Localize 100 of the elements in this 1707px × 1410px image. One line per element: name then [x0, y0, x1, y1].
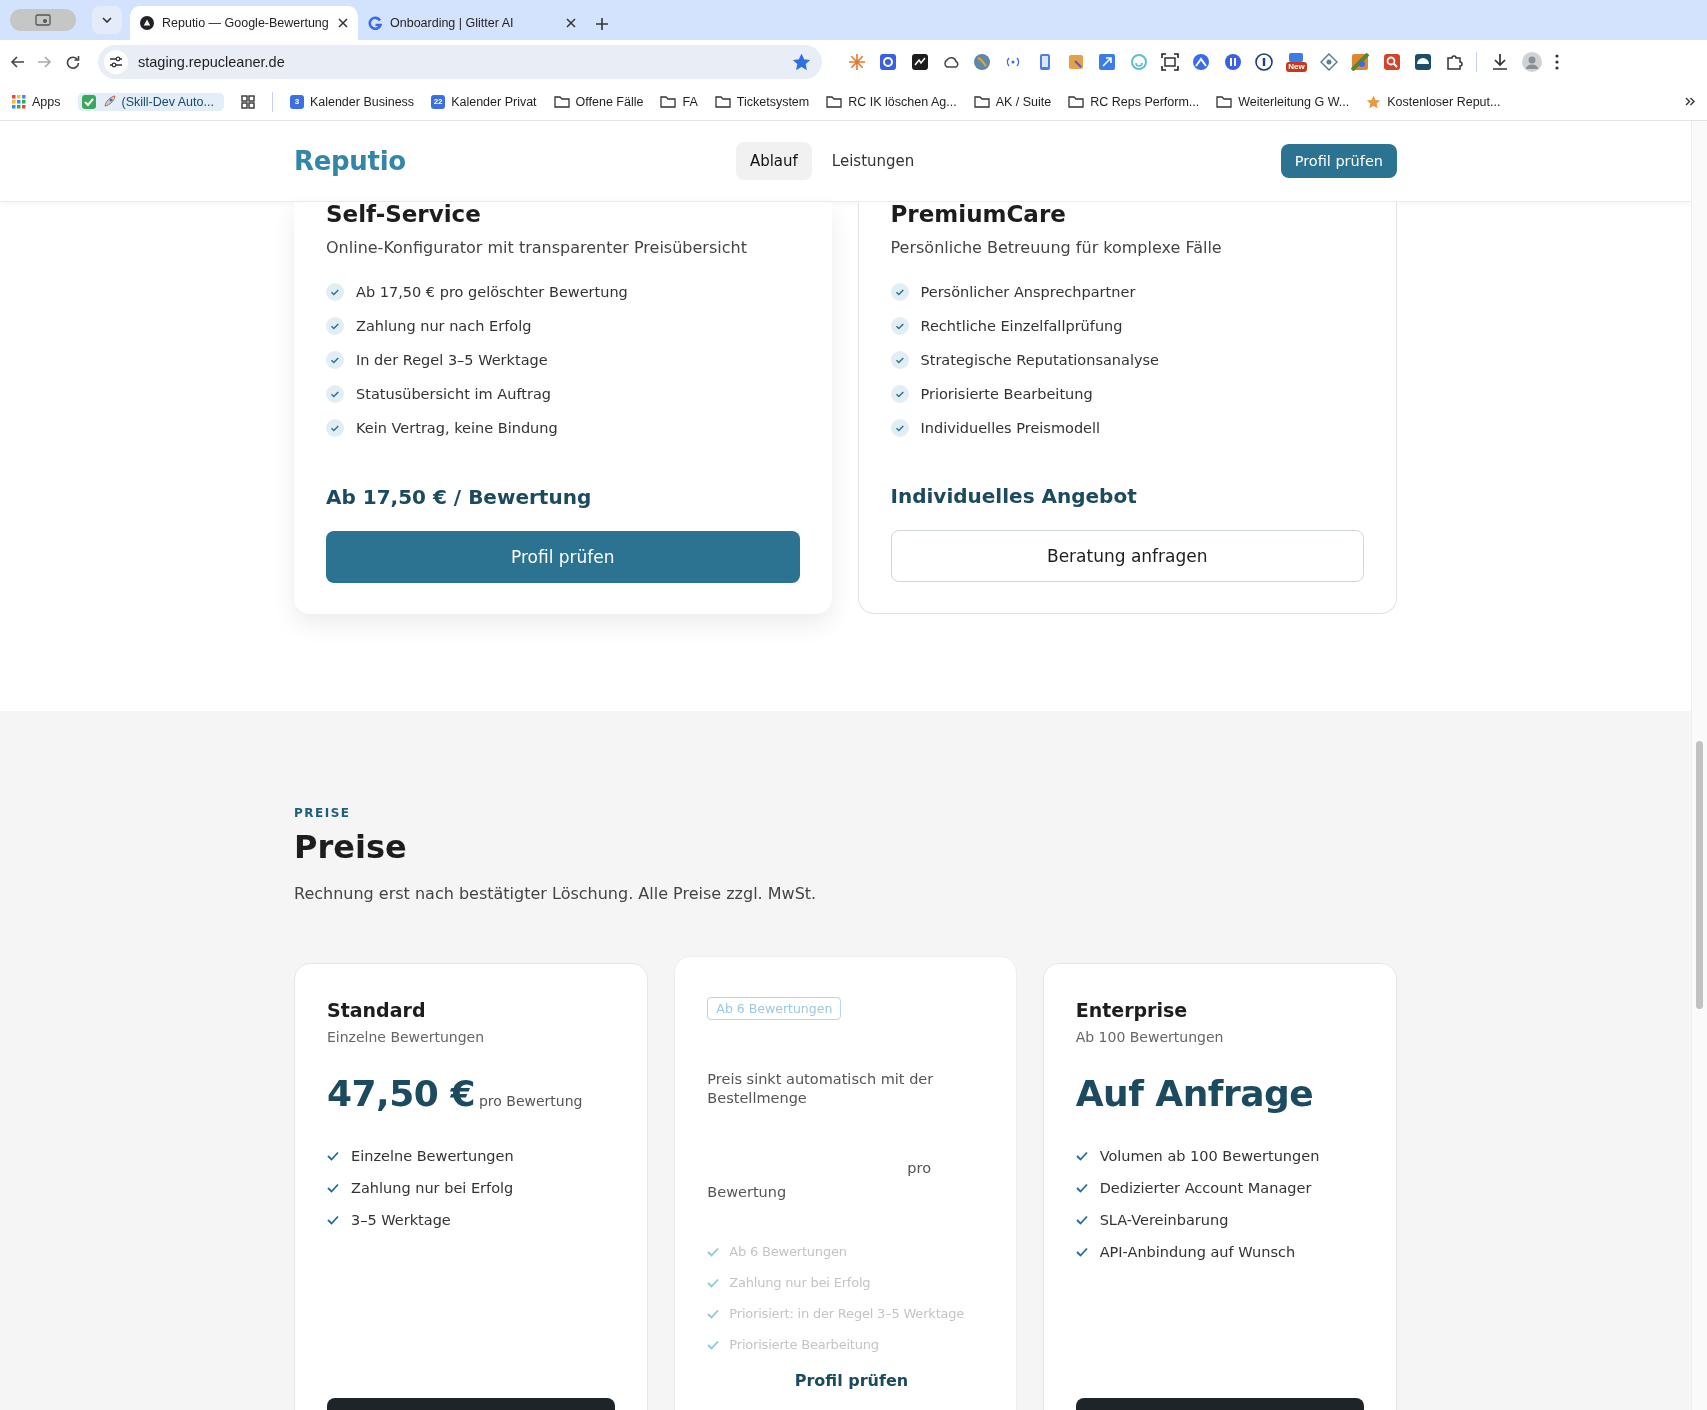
sliders-icon [109, 55, 123, 68]
tier-badge: Ab 6 Bewertungen [707, 997, 842, 1020]
plan-name: Standard [327, 999, 427, 1021]
capture-frame-icon[interactable] [1160, 52, 1179, 71]
tab-search-button[interactable] [92, 6, 122, 34]
sunburst-icon[interactable] [848, 52, 866, 71]
check-icon [707, 1308, 720, 1319]
plan-price: 47,50 € [327, 1073, 475, 1114]
star-icon [1366, 94, 1382, 109]
puzzle-icon[interactable] [1445, 52, 1464, 71]
feature-text: 3–5 Werktage [351, 1212, 451, 1228]
check-icon [326, 351, 344, 369]
card-subtitle: Persönliche Betreuung für komplexe Fälle [890, 238, 1223, 257]
profile-switcher[interactable] [10, 9, 76, 31]
plan-price: Auf Anfrage [1075, 1073, 1314, 1114]
feature-text: Dedizierter Account Manager [1099, 1180, 1312, 1196]
tab-title: Reputio — Google-Bewertung [162, 16, 330, 30]
price-unit: pro Bewertung [707, 1159, 933, 1202]
feature-text: Individuelles Preismodell [920, 420, 1101, 436]
feature-text: Ab 17,50 € pro gelöschter Bewertung [356, 284, 628, 300]
back-button[interactable] [10, 54, 24, 69]
download-icon[interactable] [1490, 52, 1509, 71]
check-icon [890, 385, 909, 403]
bookmark[interactable]: 22 Kalender Privat [431, 94, 537, 109]
scrollbar-thumb[interactable] [1696, 741, 1703, 1009]
url-text: staging.repucleaner.de [138, 53, 286, 70]
site-settings-button[interactable] [104, 49, 128, 74]
chevron-down-icon [102, 17, 112, 23]
feature-text: Volumen ab 100 Bewertungen [1099, 1148, 1320, 1164]
forward-arrow-icon [38, 54, 52, 69]
site-logo[interactable]: Reputio [294, 146, 406, 176]
address-bar[interactable]: staging.repucleaner.de [98, 44, 822, 79]
check-icon [1075, 1151, 1088, 1161]
card-title: PremiumCare [890, 202, 1067, 226]
diamond-icon[interactable] [1319, 52, 1338, 71]
folder-icon [660, 95, 677, 108]
tab-groups-button[interactable] [240, 94, 255, 109]
feature-text: Zahlung nur bei Erfolg [351, 1180, 514, 1196]
bookmark[interactable]: Ticketsystem [714, 94, 810, 109]
bookmark[interactable]: Offene Fälle [553, 94, 644, 109]
password-icon[interactable] [1254, 52, 1273, 71]
price-text: Ab 17,50 € / Bewertung [326, 485, 593, 509]
profile-check-button[interactable]: Profil prüfen [1280, 144, 1397, 178]
bookmark[interactable]: Kostenloser Reput... [1366, 94, 1501, 109]
browser-tab[interactable]: Onboarding | Glitter AI [358, 6, 586, 40]
reload-button[interactable] [66, 54, 80, 69]
feature-text: Ab 6 Bewertungen [729, 1244, 847, 1259]
nav-link[interactable]: Leistungen [817, 142, 929, 180]
check-icon [327, 1151, 339, 1161]
mountain-circle-icon[interactable] [1192, 52, 1211, 71]
feature-text: SLA-Vereinbarung [1099, 1212, 1229, 1228]
nav-link[interactable]: Ablauf [735, 142, 812, 180]
profile-check-button[interactable]: Profil prüfen [326, 531, 800, 583]
price-unit: pro Bewertung [478, 1093, 583, 1109]
bookmark[interactable]: FA [660, 94, 698, 109]
feature-text: Priorisierte Bearbeitung [920, 386, 1093, 402]
plan-subtitle: Ab 100 Bewertungen [1075, 1029, 1225, 1045]
new-badge: New [1286, 61, 1307, 72]
feature-text: In der Regel 3–5 Werktage [356, 352, 548, 368]
close-icon[interactable] [566, 18, 576, 28]
bookmark-star-icon[interactable] [793, 53, 810, 70]
check-icon [326, 317, 344, 335]
box-icon[interactable] [1067, 52, 1086, 71]
calendar-icon: 3 [289, 94, 304, 109]
check-icon [890, 351, 909, 369]
chart-icon[interactable] [910, 52, 929, 71]
avatar-icon[interactable] [1522, 51, 1542, 72]
feature-text: Rechtliche Einzelfallprüfung [920, 318, 1123, 334]
folder-icon [973, 95, 990, 108]
consultation-button[interactable]: Beratung anfragen [890, 530, 1364, 582]
folder-icon [553, 95, 570, 108]
rocket-icon [101, 94, 116, 109]
app-icon[interactable] [1288, 51, 1305, 62]
feature-text: Statusübersicht im Auftrag [356, 386, 551, 402]
check-icon [1075, 1247, 1088, 1257]
profile-icon [35, 13, 51, 27]
new-tab-button[interactable] [596, 18, 608, 30]
feature-text: Persönlicher Ansprechpartner [920, 284, 1136, 300]
bookmark[interactable]: 3 Kalender Business [289, 94, 415, 109]
more-bookmarks-button[interactable] [1685, 97, 1695, 106]
price-text: Individuelles Angebot [890, 484, 1138, 508]
pause-circle-icon[interactable] [1223, 52, 1242, 71]
letter-g-logo-icon [368, 16, 382, 30]
feature-text: Zahlung nur nach Erfolg [356, 318, 532, 334]
bookmark[interactable]: RC Reps Perform... [1068, 94, 1200, 109]
section-subtitle: Rechnung erst nach bestätigter Löschung. Alle Preise zzgl. MwSt. [294, 884, 818, 903]
browser-tab[interactable]: Reputio — Google-Bewertung [130, 6, 358, 40]
profile-check-button[interactable]: Profil prüfen [707, 1368, 996, 1392]
bookmark[interactable]: AK / Suite [973, 94, 1052, 109]
plan-name: Enterprise [1075, 999, 1189, 1021]
bookmark[interactable]: (Skill-Dev Auto... [77, 92, 224, 111]
bookmark[interactable]: Apps [12, 94, 61, 109]
calendar-icon: 22 [431, 94, 446, 109]
magnifier-icon[interactable] [1382, 52, 1401, 71]
bookmark[interactable]: Weiterleitung G W... [1216, 94, 1350, 109]
bookmark[interactable]: RC IK löschen Ag... [826, 94, 957, 109]
checkmark-square-icon [81, 94, 96, 109]
scrollbar[interactable] [1691, 121, 1707, 1410]
close-icon[interactable] [338, 18, 348, 28]
more-vertical-icon[interactable] [1555, 53, 1560, 70]
